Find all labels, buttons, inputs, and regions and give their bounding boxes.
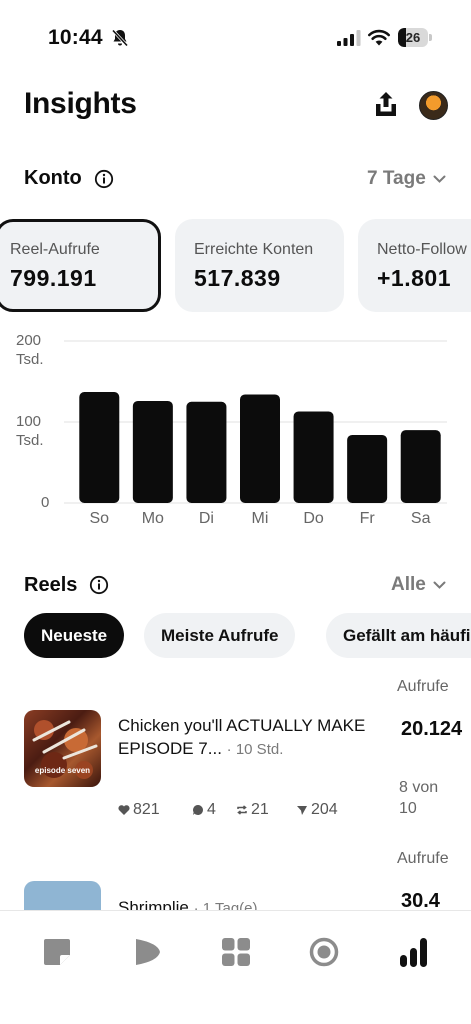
reel-list-item[interactable]: Shrimplie · 1 Tag(e) Aufrufe 30.4 [0, 848, 471, 910]
reels-icon[interactable] [130, 935, 164, 969]
views-value: 20.124 [401, 718, 463, 740]
metric-card-accounts-reached[interactable]: Erreichte Konten 517.839 [175, 219, 344, 312]
grid-icon[interactable] [219, 935, 253, 969]
views-bar-chart: 200 Tsd. 100 Tsd. 0 So Mo Di Mi Do Fr Sa [0, 330, 471, 540]
y-tick-label: 0 [41, 494, 50, 511]
wifi-icon [368, 29, 390, 46]
bell-muted-icon [111, 29, 129, 47]
status-time: 10:44 [48, 26, 103, 49]
metric-label: Netto-Follow [377, 241, 467, 258]
x-tick-label: Do [303, 510, 324, 527]
date-range-dropdown[interactable]: 7 Tage [367, 168, 426, 190]
x-tick-label: Di [198, 510, 214, 527]
comment-icon [192, 805, 203, 815]
reel-thumbnail[interactable] [24, 881, 101, 910]
send-icon [297, 806, 307, 815]
y-tick-label: 200 Tsd. [16, 332, 44, 368]
metric-card-net-followers[interactable]: Netto-Follow +1.801 [358, 219, 471, 312]
metric-value: 517.839 [194, 265, 281, 291]
chip-most-views[interactable]: Meiste Aufrufe [144, 613, 296, 658]
chart-bar-so[interactable] [79, 392, 120, 503]
info-icon[interactable] [94, 169, 114, 189]
y-tick-label: 100 Tsd. [16, 413, 44, 449]
reel-time: · 10 Std. [226, 741, 284, 758]
reel-title[interactable]: Chicken you'll ACTUALLY MAKE EPISODE 7..… [118, 714, 374, 761]
comments-count: 4 [207, 801, 216, 818]
avatar[interactable] [419, 91, 448, 120]
insights-icon[interactable] [396, 935, 430, 969]
chevron-down-icon[interactable] [433, 581, 446, 590]
chart-bar-mo[interactable] [132, 400, 173, 503]
thumb-caption: episode seven [34, 766, 91, 775]
x-tick-label: Mo [141, 510, 164, 527]
chart-bar-di[interactable] [186, 401, 227, 503]
repost-icon [237, 805, 247, 815]
x-tick-label: Fr [359, 510, 375, 527]
views-label: Aufrufe [397, 678, 449, 695]
battery-indicator: 26 [398, 28, 432, 48]
metric-value: 799.191 [10, 265, 97, 291]
views-rank: 8 von 10 [399, 779, 439, 817]
reel-time: · 1 Tag(e) [193, 900, 258, 910]
chart-bar-do[interactable] [293, 411, 334, 503]
metric-label: Erreichte Konten [194, 241, 314, 258]
x-tick-label: So [89, 510, 110, 527]
metric-label: Reel-Aufrufe [10, 241, 100, 258]
food-image [32, 720, 98, 779]
reels-section-title: Reels [24, 574, 78, 596]
chart-bar-fr[interactable] [347, 434, 388, 503]
reel-list-item[interactable]: episode seven Chicken you'll ACTUALLY MA… [0, 676, 471, 836]
page-title: Insights [24, 87, 137, 120]
chip-most-liked[interactable]: Gefällt am häufigsten [326, 613, 471, 658]
reels-filter-dropdown[interactable]: Alle [391, 574, 426, 596]
bottom-navigation [0, 910, 471, 1024]
x-tick-label: Sa [410, 510, 431, 527]
signal-icon [337, 30, 361, 46]
chevron-down-icon[interactable] [433, 175, 446, 184]
x-tick-label: Mi [251, 510, 269, 527]
metric-value: +1.801 [377, 265, 451, 291]
chart-bar-sa[interactable] [400, 430, 441, 503]
share-icon[interactable] [372, 90, 400, 120]
reel-title-text: Shrimplie [118, 898, 189, 910]
reposts-count: 21 [251, 801, 269, 818]
status-bar: 10:44 26 [0, 0, 471, 76]
shares-count: 204 [311, 801, 338, 818]
heart-icon [118, 805, 130, 815]
home-icon[interactable] [40, 935, 74, 969]
chip-newest[interactable]: Neueste [24, 613, 125, 658]
account-section-title: Konto [24, 167, 82, 189]
battery-percent: 26 [405, 30, 421, 45]
info-icon[interactable] [89, 575, 109, 595]
metric-card-reel-views[interactable]: Reel-Aufrufe 799.191 [0, 219, 161, 312]
chart-bar-mi[interactable] [240, 394, 280, 503]
record-icon[interactable] [307, 935, 341, 969]
likes-count: 821 [133, 801, 160, 818]
views-value: 30.4 [401, 890, 440, 910]
chart-plot [64, 340, 447, 504]
reel-title[interactable]: Shrimplie · 1 Tag(e) [118, 896, 374, 910]
reel-thumbnail[interactable]: episode seven [24, 710, 101, 787]
views-label: Aufrufe [397, 850, 449, 867]
